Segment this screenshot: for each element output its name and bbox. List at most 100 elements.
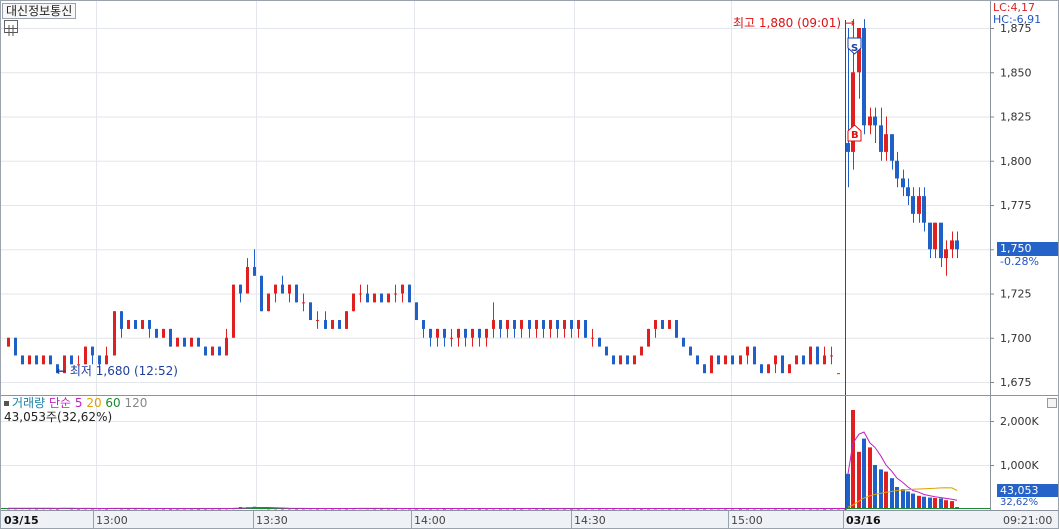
candle-body [485, 328, 488, 338]
candle-body [127, 320, 130, 329]
candle-body [890, 134, 894, 161]
volume-bar [884, 471, 888, 509]
volume-bar [906, 491, 910, 509]
candle-body [267, 293, 270, 312]
arrow-right-icon: → [844, 16, 855, 30]
candle-body [528, 320, 531, 329]
legend-ma20[interactable]: 20 [86, 396, 101, 410]
candle-body [113, 311, 116, 356]
candle-body [661, 320, 664, 329]
candle-body [911, 196, 915, 214]
candle-body [696, 355, 699, 365]
candle-body [478, 328, 481, 338]
candle-body [542, 320, 545, 329]
volume-tick-label: 1,000K [1000, 459, 1039, 472]
volume-bar [868, 447, 872, 509]
candle-body [647, 328, 650, 347]
legend-ma60[interactable]: 60 [105, 396, 120, 410]
candle-body [288, 284, 291, 294]
candle-body [338, 320, 341, 329]
candle-body [169, 328, 172, 347]
price-tick-label: 1,850 [1000, 66, 1032, 79]
candle-body [316, 320, 319, 322]
candle-body [253, 266, 256, 276]
arrow-left-icon: ← [56, 364, 67, 378]
volume-bar [846, 473, 850, 509]
candle-body [499, 320, 502, 329]
candle-body [556, 320, 559, 329]
candle-body [70, 355, 73, 365]
candle-body [823, 355, 826, 365]
candle-body [879, 125, 883, 152]
scroll-volume-handle[interactable] [1047, 398, 1057, 408]
candle-body [549, 320, 552, 329]
volume-bar [933, 498, 937, 509]
candle-body [944, 249, 948, 259]
candle-body [873, 116, 877, 126]
candle-body [591, 337, 594, 339]
candle-body [387, 293, 390, 303]
candle-body [471, 328, 474, 338]
table-grid-icon[interactable] [4, 20, 18, 36]
time-axis-bg [1, 511, 1058, 528]
scroll-up-handle[interactable] [1046, 3, 1056, 11]
candle-body [232, 284, 235, 338]
candle-body [148, 320, 151, 329]
candle-body [933, 222, 937, 250]
time-tick-label: 03/16 [846, 514, 881, 527]
stock-chart[interactable]: 1,8751,8501,8251,8001,7751,7501,7251,700… [0, 0, 1059, 529]
candle-body [450, 337, 453, 339]
candle-body [84, 346, 87, 365]
candle-body [682, 337, 685, 347]
high-annotation: 최고 1,880 (09:01) → [733, 16, 855, 30]
time-tick-label: 13:30 [256, 514, 288, 527]
candle-body [846, 143, 850, 152]
hc-indicator: HC:-6,91 [993, 13, 1042, 26]
candle-body [884, 134, 888, 152]
volume-bar [901, 489, 905, 509]
volume-bar [922, 496, 926, 509]
price-tick-label: 1,725 [1000, 288, 1032, 301]
candle-body [955, 240, 959, 250]
candle-body [767, 364, 770, 374]
candle-body [598, 337, 601, 347]
candle-body [703, 364, 706, 374]
legend-ma120[interactable]: 120 [125, 396, 148, 410]
candle-body [654, 320, 657, 329]
legend-ma5[interactable]: 단순 5 [49, 396, 83, 410]
candle-body [513, 320, 516, 329]
price-tick-label: 1,825 [1000, 111, 1032, 124]
stock-name-tab[interactable]: 대신정보통신 [2, 3, 77, 19]
candle-body [274, 284, 277, 294]
time-tick-label: 14:30 [574, 514, 606, 527]
candle-body [760, 364, 763, 374]
volume-bar [944, 500, 948, 509]
candle-body [366, 293, 369, 303]
price-tick-label: 1,675 [1000, 376, 1032, 389]
candle-body [183, 337, 186, 347]
price-tick-label: 1,775 [1000, 199, 1032, 212]
volume-bar [911, 493, 915, 509]
volume-bar [873, 465, 877, 509]
candle-body [155, 328, 158, 338]
candle-body [7, 337, 10, 347]
candle-body [443, 328, 446, 338]
candle-body [21, 355, 24, 365]
candle-body [917, 196, 921, 214]
candle-body [401, 284, 404, 294]
candle-body [211, 346, 214, 356]
candle-body [197, 337, 200, 347]
candle-body [901, 178, 905, 188]
candle-body [331, 320, 334, 329]
candle-body [246, 266, 249, 294]
time-tick-label: 03/15 [4, 514, 39, 527]
candle-body [176, 337, 179, 347]
time-tick-label: 13:00 [96, 514, 128, 527]
candle-body [506, 320, 509, 329]
current-price-badge: 1,750 [997, 242, 1058, 256]
candle-body [577, 320, 580, 329]
candle-body [535, 320, 538, 329]
candle-body [457, 328, 460, 338]
candle-body [584, 320, 587, 338]
legend-volume[interactable]: 거래량 [12, 396, 45, 410]
